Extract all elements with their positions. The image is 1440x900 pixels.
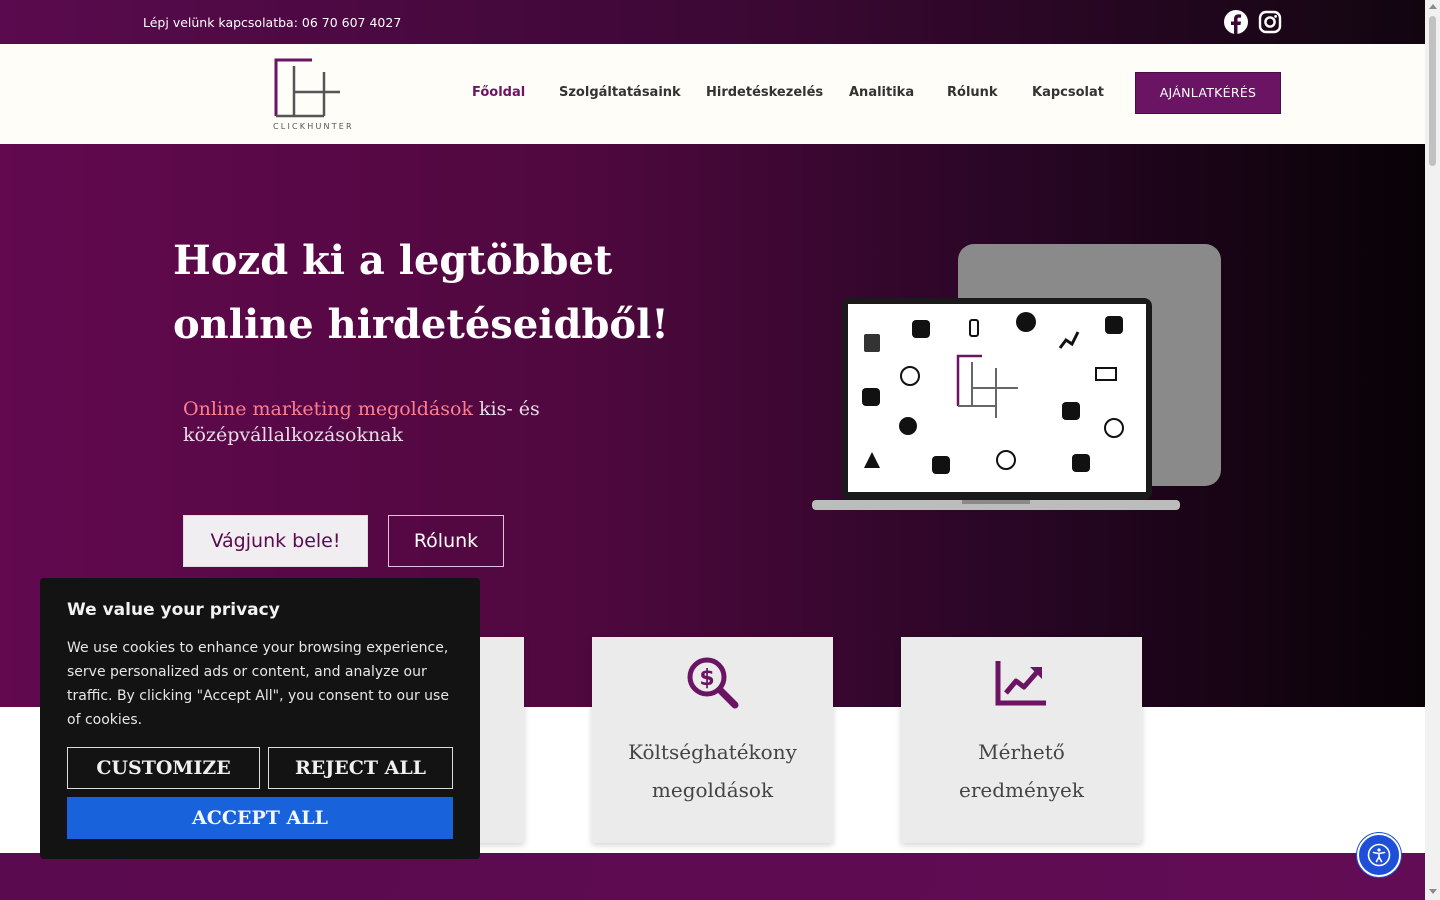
hero-subtitle-highlight: Online marketing megoldások — [183, 398, 473, 420]
feature-card-label-line2: eredmények — [959, 778, 1084, 802]
cookie-consent-banner: We value your privacy We use cookies to … — [40, 578, 480, 859]
laptop-illustration-icon — [812, 298, 1180, 510]
scroll-down-icon[interactable] — [1429, 889, 1437, 894]
accessibility-icon — [1367, 843, 1391, 867]
hero-title: Hozd ki a legtöbbet online hirdetéseidbő… — [173, 237, 669, 348]
site-header: CLICKHUNTER Főoldal Szolgáltatásaink Hir… — [0, 44, 1425, 144]
scroll-up-icon[interactable] — [1429, 4, 1437, 9]
money-search-icon: $ — [687, 657, 738, 709]
svg-text:$: $ — [699, 666, 714, 691]
about-us-button[interactable]: Rólunk — [388, 515, 504, 567]
hero-subtitle: Online marketing megoldások kis- és közé… — [183, 396, 603, 448]
feature-card-label: Költséghatékony megoldások — [592, 733, 833, 809]
nav-item-analitika[interactable]: Analitika — [849, 85, 914, 100]
nav-item-hirdeteskezeles[interactable]: Hirdetéskezelés — [706, 85, 823, 100]
cookie-reject-all-button[interactable]: REJECT ALL — [268, 747, 453, 789]
chart-growth-icon — [995, 661, 1046, 706]
cookie-title: We value your privacy — [67, 600, 280, 620]
cookie-accept-all-button[interactable]: ACCEPT ALL — [67, 797, 453, 839]
feature-card-label: Mérhető eredmények — [901, 733, 1142, 809]
accessibility-button[interactable] — [1357, 833, 1401, 877]
cookie-body: We use cookies to enhance your browsing … — [67, 640, 449, 728]
feature-card-label-line2: megoldások — [651, 778, 774, 802]
clickhunter-logo-icon[interactable] — [272, 58, 344, 132]
feature-card-label-line1: Költséghatékony — [628, 740, 797, 764]
instagram-icon[interactable] — [1258, 10, 1282, 34]
quote-request-button[interactable]: AJÁNLATKÉRÉS — [1135, 72, 1281, 114]
nav-item-kapcsolat[interactable]: Kapcsolat — [1032, 85, 1104, 100]
nav-item-rolunk[interactable]: Rólunk — [947, 85, 998, 100]
top-bar: Lépj velünk kapcsolatba: 06 70 607 4027 — [0, 0, 1425, 44]
nav-item-fooldal[interactable]: Főoldal — [472, 85, 525, 100]
feature-card-label-line1: Mérhető — [978, 740, 1065, 764]
feature-card-measurable: Mérhető eredmények — [901, 637, 1142, 843]
feature-card-cost-effective: $ Költséghatékony megoldások — [592, 637, 833, 843]
get-started-button[interactable]: Vágjunk bele! — [183, 515, 368, 567]
nav-item-szolgaltatasaink[interactable]: Szolgáltatásaink — [559, 85, 681, 100]
cookie-customize-button[interactable]: CUSTOMIZE — [67, 747, 260, 789]
facebook-icon[interactable] — [1224, 10, 1248, 34]
contact-phone[interactable]: Lépj velünk kapcsolatba: 06 70 607 4027 — [143, 15, 401, 30]
page-scrollbar[interactable] — [1425, 0, 1440, 900]
scrollbar-thumb[interactable] — [1429, 16, 1436, 166]
next-section-strip — [0, 853, 1425, 900]
logo-text: CLICKHUNTER — [273, 122, 354, 131]
